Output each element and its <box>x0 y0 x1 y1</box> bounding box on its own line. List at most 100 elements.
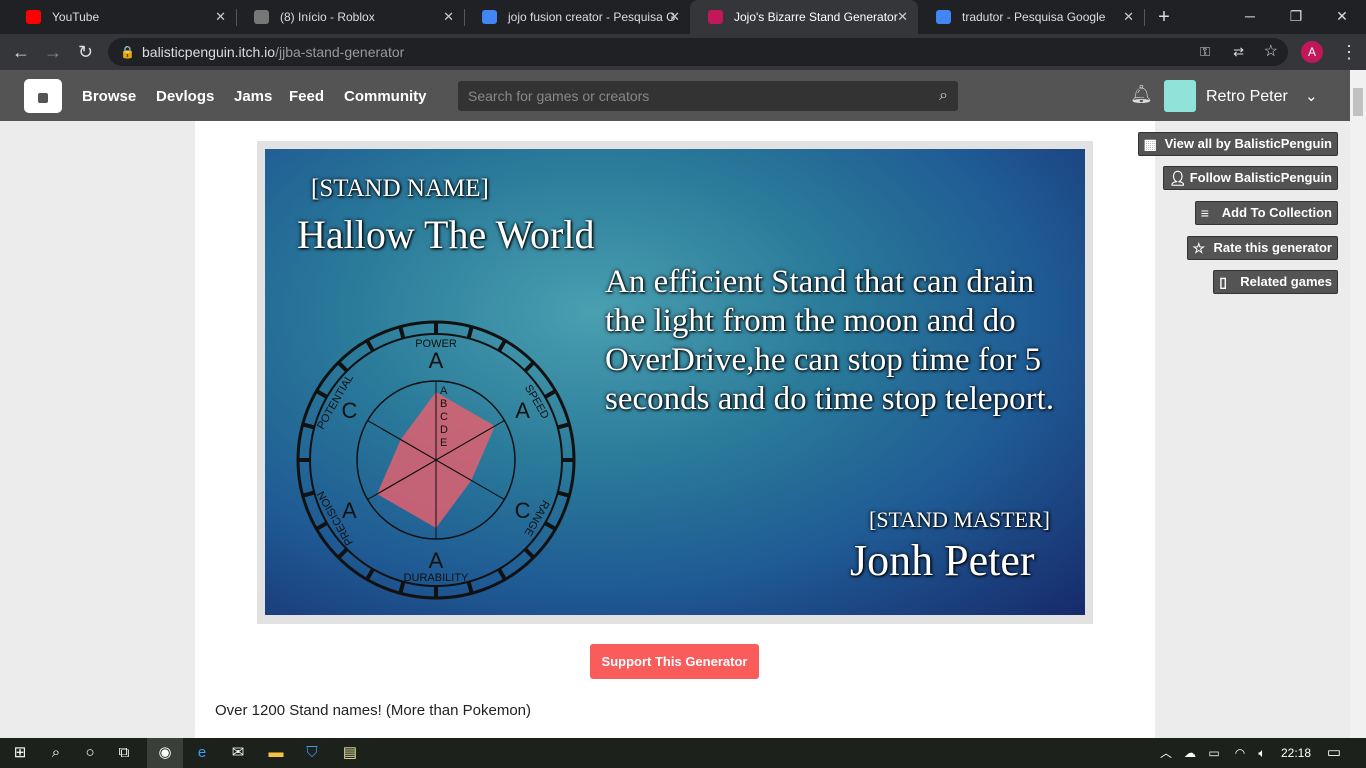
scale-label: B <box>440 398 447 410</box>
user-name[interactable]: Retro Peter <box>1206 70 1288 124</box>
ring-tick <box>523 547 535 559</box>
itch-header: Browse Devlogs Jams Feed Community Search fo… <box>0 70 1350 121</box>
forward-icon[interactable]: → <box>44 34 62 70</box>
nav-link-browse[interactable]: Browse <box>82 70 136 124</box>
restore-button[interactable]: ❐ <box>1276 0 1316 32</box>
ring-tick <box>523 361 535 373</box>
tab-title: tradutor - Pesquisa Google <box>962 10 1106 24</box>
sidebar-button[interactable]: ≡ Add To Collection <box>1194 201 1338 225</box>
taskbar: ⊞ ⌕ ○ ⧉ ◉ e ✉ ▬ ⛉ ▤ ︿ ☁ ▭ ◠ 🔈︎ 22:18 ▭ <box>0 738 1366 768</box>
sidebar-label: Follow BalisticPenguin <box>1189 170 1332 185</box>
task-view-icon[interactable]: ⧉ <box>106 738 142 768</box>
ring-tick <box>497 339 507 352</box>
file-explorer-icon[interactable]: ▬ <box>258 738 294 768</box>
ring-tick <box>466 581 474 594</box>
sidebar-icon: ▯ <box>1219 274 1227 290</box>
sidebar-button[interactable]: 👤︎ Follow BalisticPenguin <box>1162 166 1338 190</box>
defender-icon[interactable]: ⛉ <box>294 738 330 768</box>
close-tab-icon[interactable]: ✕ <box>443 0 454 34</box>
scale-label: E <box>440 437 447 449</box>
sidebar-button[interactable]: ▯ Related games <box>1213 270 1338 294</box>
new-tab-button[interactable]: + <box>1146 0 1182 34</box>
notepad-icon[interactable]: ▤ <box>332 738 368 768</box>
tab-title: YouTube <box>52 10 100 24</box>
url-path: /jjba-stand-generator <box>275 44 405 60</box>
nav-link-feed[interactable]: Feed <box>289 70 324 124</box>
sidebar-label: Add To Collection <box>1221 205 1332 220</box>
nav-link-devlogs[interactable]: Devlogs <box>156 70 214 124</box>
key-icon[interactable]: ⚿ <box>1200 38 1210 66</box>
nav-link-community[interactable]: Community <box>344 70 427 124</box>
search-input[interactable]: Search for games or creators ⌕ <box>458 81 958 111</box>
menu-icon[interactable]: ⋮ <box>1340 34 1358 70</box>
mail-icon[interactable]: ✉ <box>220 738 256 768</box>
browser-tab[interactable]: (8) Início - Roblox ✕ <box>236 0 464 34</box>
ring-tick <box>398 326 406 339</box>
scrollbar-thumb[interactable] <box>1353 88 1363 116</box>
close-tab-icon[interactable]: ✕ <box>215 0 226 34</box>
itch-logo[interactable] <box>24 79 62 113</box>
cortana-icon[interactable]: ○ <box>72 738 108 768</box>
sidebar-label: Rate this generator <box>1213 240 1332 255</box>
ring-tick <box>315 389 328 399</box>
scale-label: D <box>440 424 448 436</box>
clock[interactable]: 22:18 <box>1276 738 1316 768</box>
chrome-icon[interactable]: ◉ <box>147 738 183 768</box>
stand-name-label: [STAND NAME] <box>311 175 489 202</box>
tab-strip: YouTube ✕ (8) Início - Roblox ✕ jojo fusion … <box>0 0 1366 34</box>
close-window-button[interactable]: ✕ <box>1322 0 1362 32</box>
search-icon[interactable]: ⌕ <box>939 81 948 111</box>
stat-grade: A <box>429 348 444 373</box>
profile-avatar[interactable]: A <box>1301 41 1323 63</box>
stat-grade: C <box>515 498 531 523</box>
support-button[interactable]: Support This Generator <box>590 644 759 679</box>
stand-master-label: [STAND MASTER] <box>869 507 1050 532</box>
favicon-icon <box>482 10 497 24</box>
windows-start-icon[interactable]: ⊞ <box>2 738 38 768</box>
browser-tab[interactable]: tradutor - Pesquisa Google ✕ <box>918 0 1144 34</box>
user-avatar[interactable] <box>1164 80 1196 112</box>
chevron-down-icon[interactable]: ⌄ <box>1305 70 1318 124</box>
minimize-button[interactable]: ─ <box>1230 0 1270 32</box>
ring-tick <box>315 521 328 531</box>
sidebar-label: Related games <box>1240 274 1332 289</box>
page-content: [STAND NAME] Hallow The World An efficie… <box>195 121 1155 738</box>
browser-tab[interactable]: Jojo's Bizarre Stand Generator ✕ <box>690 0 918 34</box>
ring-tick <box>544 389 557 399</box>
volume-icon[interactable]: 🔈︎ <box>1244 738 1280 768</box>
tab-title: Jojo's Bizarre Stand Generator <box>734 10 898 24</box>
close-tab-icon[interactable]: ✕ <box>669 0 680 34</box>
search-taskbar-icon[interactable]: ⌕ <box>38 738 74 768</box>
favicon-icon <box>936 10 951 24</box>
scale-label: A <box>440 385 448 397</box>
browser-tab[interactable]: jojo fusion creator - Pesquisa G ✕ <box>464 0 690 34</box>
favicon-icon <box>708 10 723 24</box>
browser-tab[interactable]: YouTube ✕ <box>8 0 236 34</box>
scrollbar[interactable] <box>1350 70 1366 738</box>
search-placeholder: Search for games or creators <box>468 88 650 104</box>
star-icon[interactable]: ☆ <box>1264 38 1278 66</box>
edge-icon[interactable]: e <box>184 738 220 768</box>
sidebar-icon: ☆ <box>1192 240 1206 256</box>
bell-icon[interactable]: 🔔︎ <box>1130 84 1153 105</box>
notification-icon[interactable]: ▭ <box>1316 738 1352 768</box>
favicon-icon <box>254 10 269 24</box>
back-icon[interactable]: ← <box>12 34 30 70</box>
url-field[interactable]: 🔒 balisticpenguin.itch.io/jjba-stand-gene… <box>108 38 1288 66</box>
generator-frame: [STAND NAME] Hallow The World An efficie… <box>257 141 1093 624</box>
ring-tick <box>544 521 557 531</box>
sidebar-button[interactable]: ▦ View all by BalisticPenguin <box>1137 132 1338 156</box>
sidebar-button[interactable]: ☆ Rate this generator <box>1186 236 1338 260</box>
ring-tick <box>497 568 507 581</box>
nav-link-jams[interactable]: Jams <box>234 70 272 124</box>
stat-grade: A <box>429 548 444 573</box>
stand-card: [STAND NAME] Hallow The World An efficie… <box>265 149 1085 615</box>
close-tab-icon[interactable]: ✕ <box>897 0 908 34</box>
stand-stat-chart: APOWERASPEEDCRANGEADURABILITYAPRECISIONC… <box>296 320 576 600</box>
translate-icon[interactable]: ⇄ <box>1233 38 1244 66</box>
stat-grade: A <box>342 498 357 523</box>
sidebar-icon: ▦ <box>1143 136 1157 152</box>
ring-tick <box>337 547 349 559</box>
close-tab-icon[interactable]: ✕ <box>1123 0 1134 34</box>
reload-icon[interactable]: ↻ <box>78 34 93 70</box>
